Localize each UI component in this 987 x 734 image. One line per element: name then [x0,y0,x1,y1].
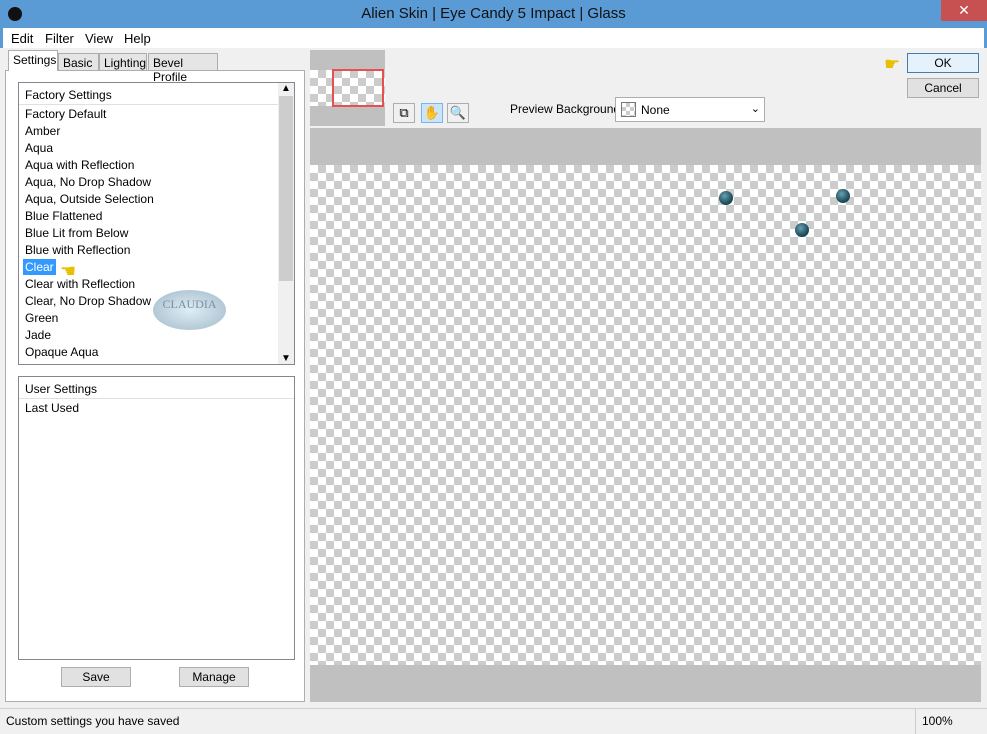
factory-settings-list[interactable]: Factory Settings Factory Default Amber Aqu… [18,82,295,365]
scroll-thumb[interactable] [279,96,293,281]
close-button[interactable]: ✕ [941,0,987,21]
list-item[interactable]: Aqua, No Drop Shadow [19,173,294,190]
list-item-label: Blue Flattened [25,209,103,223]
pointing-hand-icon: ☚ [60,261,77,281]
ok-button[interactable]: OK [907,53,979,73]
menu-edit[interactable]: Edit [11,31,33,46]
scroll-up-icon[interactable]: ▲ [278,83,294,94]
tab-basic[interactable]: Basic [58,53,99,71]
list-item-label: Aqua [25,141,54,155]
manage-button[interactable]: Manage [179,667,249,687]
list-item-label: Aqua with Reflection [25,158,135,172]
list-item[interactable]: Blue with Reflection [19,241,294,258]
list-item-label: Aqua, Outside Selection [25,192,154,206]
list-item[interactable]: Amber [19,122,294,139]
menu-help[interactable]: Help [124,31,151,46]
preview-background-value: None [641,103,670,117]
scroll-down-icon[interactable]: ▼ [278,353,294,364]
status-text: Custom settings you have saved [6,714,180,728]
glass-bead [795,223,809,237]
list-item-label: Green [25,311,59,325]
menu-filter[interactable]: Filter [45,31,74,46]
list-item-label: Jade [25,328,52,342]
list-item[interactable]: Aqua [19,139,294,156]
list-item[interactable]: Jade [19,326,294,343]
zoom-level: 100% [915,709,959,734]
preview-background-select[interactable]: None ⌄ [615,97,765,122]
save-button[interactable]: Save [61,667,131,687]
list-item-label: Blue Lit from Below [25,226,129,240]
user-settings-list[interactable]: User Settings Last Used [18,376,295,660]
list-item-label: Factory Default [25,107,107,121]
list-item-label: Amber [25,124,61,138]
list-item[interactable]: Last Used [19,399,294,416]
zoom-tool-icon[interactable]: 🔍 [447,103,469,123]
status-bar: Custom settings you have saved 100% [0,708,987,734]
scrollbar[interactable]: ▲ ▼ [278,83,294,364]
cancel-button[interactable]: Cancel [907,78,979,98]
list-item[interactable]: Blue Flattened [19,207,294,224]
list-item-label: Clear with Reflection [25,277,136,291]
watermark-logo: CLAUDIA [153,290,226,330]
list-item[interactable]: Aqua, Outside Selection [19,190,294,207]
navigator-thumbnail[interactable] [310,50,385,126]
list-item[interactable]: Factory Default [19,105,294,122]
view-rectangle[interactable] [332,69,384,107]
tab-lighting[interactable]: Lighting [99,53,147,71]
menu-view[interactable]: View [85,31,113,46]
list-item-label: Clear, No Drop Shadow [25,294,152,308]
glass-bead [836,189,850,203]
preview-background-label: Preview Background: [510,102,624,116]
checker-swatch-icon [621,102,636,117]
list-item-label: Aqua, No Drop Shadow [25,175,152,189]
preview-area[interactable] [310,128,981,702]
hand-tool-icon[interactable]: ✋ [421,103,443,123]
factory-settings-header: Factory Settings [19,83,294,105]
chevron-down-icon: ⌄ [750,103,760,115]
user-settings-header: User Settings [19,377,294,399]
list-item-label: Opaque Aqua [25,345,99,359]
preview-canvas[interactable] [310,165,981,665]
tab-bevel-profile[interactable]: Bevel Profile [148,53,218,84]
list-item[interactable]: Blue Lit from Below [19,224,294,241]
pointing-hand-icon: ☛ [884,54,901,74]
window-title: Alien Skin | Eye Candy 5 Impact | Glass [361,5,626,22]
list-item[interactable]: Opaque Aqua [19,343,294,360]
glass-bead [719,191,733,205]
list-item-label: Blue with Reflection [25,243,131,257]
compare-icon[interactable]: ⧉ [393,103,415,123]
list-item-label: Clear [23,259,56,275]
tab-settings[interactable]: Settings [8,50,58,71]
list-item[interactable]: Aqua with Reflection [19,156,294,173]
